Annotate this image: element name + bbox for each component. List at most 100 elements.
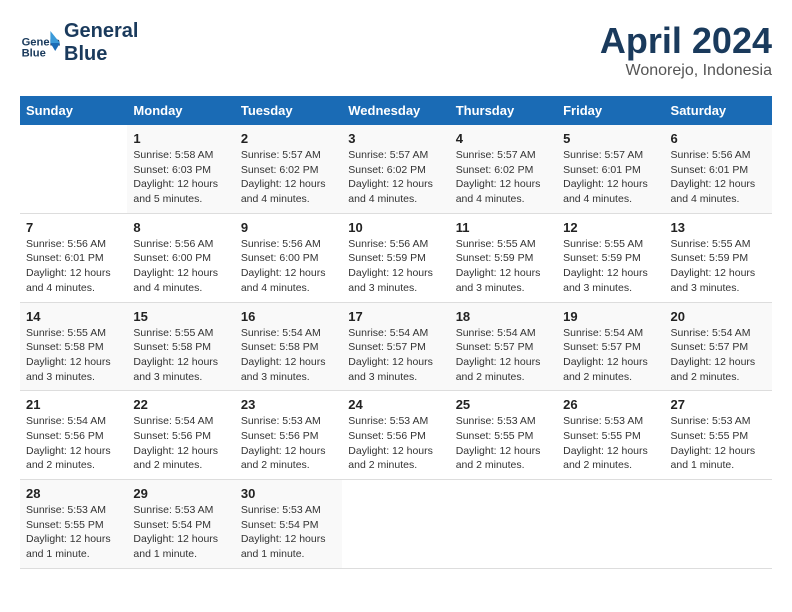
day-info: Sunrise: 5:55 AMSunset: 5:58 PMDaylight:… <box>26 326 121 385</box>
day-info: Sunrise: 5:56 AMSunset: 5:59 PMDaylight:… <box>348 237 443 296</box>
weekday-header-friday: Friday <box>557 96 664 125</box>
day-info: Sunrise: 5:54 AMSunset: 5:58 PMDaylight:… <box>241 326 336 385</box>
day-info: Sunrise: 5:53 AMSunset: 5:55 PMDaylight:… <box>563 414 658 473</box>
calendar-cell: 16 Sunrise: 5:54 AMSunset: 5:58 PMDayligh… <box>235 302 342 391</box>
calendar-cell: 2Sunrise: 5:57 AMSunset: 6:02 PMDaylight… <box>235 125 342 213</box>
calendar-cell: 4 Sunrise: 5:57 AMSunset: 6:02 PMDaylight… <box>450 125 557 213</box>
weekday-header-tuesday: Tuesday <box>235 96 342 125</box>
week-row-5: 28 Sunrise: 5:53 AMSunset: 5:55 PMDayligh… <box>20 480 772 569</box>
day-info: Sunrise: 5:53 AMSunset: 5:55 PMDaylight:… <box>671 414 766 473</box>
day-number: 9 <box>241 220 336 235</box>
weekday-header-sunday: Sunday <box>20 96 127 125</box>
day-number: 24 <box>348 397 443 412</box>
day-info: Sunrise: 5:53 AMSunset: 5:56 PMDaylight:… <box>348 414 443 473</box>
day-number: 22 <box>133 397 228 412</box>
day-info: Sunrise: 5:56 AMSunset: 6:00 PMDaylight:… <box>133 237 228 296</box>
day-info: Sunrise: 5:56 AMSunset: 6:00 PMDaylight:… <box>241 237 336 296</box>
day-number: 4 <box>456 131 551 146</box>
calendar-cell: 5 Sunrise: 5:57 AMSunset: 6:01 PMDaylight… <box>557 125 664 213</box>
logo-icon: General Blue <box>20 23 60 63</box>
day-number: 15 <box>133 309 228 324</box>
calendar-cell: 17Sunrise: 5:54 AMSunset: 5:57 PMDayligh… <box>342 302 449 391</box>
calendar-cell: 20 Sunrise: 5:54 AMSunset: 5:57 PMDayligh… <box>665 302 772 391</box>
calendar-cell: 1 Sunrise: 5:58 AMSunset: 6:03 PMDaylight… <box>127 125 234 213</box>
day-number: 19 <box>563 309 658 324</box>
day-number: 28 <box>26 486 121 501</box>
day-info: Sunrise: 5:54 AMSunset: 5:56 PMDaylight:… <box>26 414 121 473</box>
location-subtitle: Wonorejo, Indonesia <box>600 62 772 80</box>
week-row-4: 21 Sunrise: 5:54 AMSunset: 5:56 PMDayligh… <box>20 391 772 480</box>
day-info: Sunrise: 5:55 AMSunset: 5:59 PMDaylight:… <box>563 237 658 296</box>
calendar-cell: 26 Sunrise: 5:53 AMSunset: 5:55 PMDayligh… <box>557 391 664 480</box>
calendar-cell: 22 Sunrise: 5:54 AMSunset: 5:56 PMDayligh… <box>127 391 234 480</box>
month-year-title: April 2024 <box>600 20 772 62</box>
calendar-cell: 23 Sunrise: 5:53 AMSunset: 5:56 PMDayligh… <box>235 391 342 480</box>
day-info: Sunrise: 5:57 AMSunset: 6:02 PMDaylight:… <box>456 148 551 207</box>
day-number: 20 <box>671 309 766 324</box>
calendar-cell <box>557 480 664 569</box>
calendar-cell: 15Sunrise: 5:55 AMSunset: 5:58 PMDayligh… <box>127 302 234 391</box>
day-number: 1 <box>133 131 228 146</box>
day-info: Sunrise: 5:54 AMSunset: 5:56 PMDaylight:… <box>133 414 228 473</box>
calendar-cell <box>665 480 772 569</box>
day-number: 27 <box>671 397 766 412</box>
calendar-cell: 25Sunrise: 5:53 AMSunset: 5:55 PMDayligh… <box>450 391 557 480</box>
day-number: 3 <box>348 131 443 146</box>
day-number: 11 <box>456 220 551 235</box>
day-number: 12 <box>563 220 658 235</box>
day-number: 2 <box>241 131 336 146</box>
day-number: 16 <box>241 309 336 324</box>
calendar-cell: 9 Sunrise: 5:56 AMSunset: 6:00 PMDaylight… <box>235 213 342 302</box>
calendar-cell: 21 Sunrise: 5:54 AMSunset: 5:56 PMDayligh… <box>20 391 127 480</box>
day-info: Sunrise: 5:58 AMSunset: 6:03 PMDaylight:… <box>133 148 228 207</box>
day-number: 23 <box>241 397 336 412</box>
weekday-header-saturday: Saturday <box>665 96 772 125</box>
calendar-cell: 24 Sunrise: 5:53 AMSunset: 5:56 PMDayligh… <box>342 391 449 480</box>
title-block: April 2024 Wonorejo, Indonesia <box>600 20 772 80</box>
calendar-cell: 19 Sunrise: 5:54 AMSunset: 5:57 PMDayligh… <box>557 302 664 391</box>
day-info: Sunrise: 5:53 AMSunset: 5:55 PMDaylight:… <box>456 414 551 473</box>
day-number: 18 <box>456 309 551 324</box>
week-row-2: 7 Sunrise: 5:56 AMSunset: 6:01 PMDaylight… <box>20 213 772 302</box>
day-number: 14 <box>26 309 121 324</box>
day-info: Sunrise: 5:55 AMSunset: 5:59 PMDaylight:… <box>671 237 766 296</box>
day-number: 26 <box>563 397 658 412</box>
week-row-1: 1 Sunrise: 5:58 AMSunset: 6:03 PMDaylight… <box>20 125 772 213</box>
day-info: Sunrise: 5:54 AMSunset: 5:57 PMDaylight:… <box>563 326 658 385</box>
calendar-cell: 3 Sunrise: 5:57 AMSunset: 6:02 PMDaylight… <box>342 125 449 213</box>
day-info: Sunrise: 5:56 AMSunset: 6:01 PMDaylight:… <box>26 237 121 296</box>
calendar-cell <box>20 125 127 213</box>
weekday-header-wednesday: Wednesday <box>342 96 449 125</box>
day-number: 30 <box>241 486 336 501</box>
day-info: Sunrise: 5:57 AMSunset: 6:02 PMDaylight:… <box>348 148 443 207</box>
day-info: Sunrise: 5:53 AMSunset: 5:56 PMDaylight:… <box>241 414 336 473</box>
calendar-cell <box>342 480 449 569</box>
calendar-cell: 29 Sunrise: 5:53 AMSunset: 5:54 PMDayligh… <box>127 480 234 569</box>
week-row-3: 14 Sunrise: 5:55 AMSunset: 5:58 PMDayligh… <box>20 302 772 391</box>
weekday-header-row: SundayMondayTuesdayWednesdayThursdayFrid… <box>20 96 772 125</box>
calendar-cell: 11Sunrise: 5:55 AMSunset: 5:59 PMDayligh… <box>450 213 557 302</box>
calendar-cell: 10Sunrise: 5:56 AMSunset: 5:59 PMDayligh… <box>342 213 449 302</box>
day-info: Sunrise: 5:54 AMSunset: 5:57 PMDaylight:… <box>671 326 766 385</box>
weekday-header-thursday: Thursday <box>450 96 557 125</box>
page-header: General Blue General Blue April 2024 Won… <box>20 20 772 80</box>
calendar-cell: 14 Sunrise: 5:55 AMSunset: 5:58 PMDayligh… <box>20 302 127 391</box>
day-number: 7 <box>26 220 121 235</box>
logo: General Blue General Blue <box>20 20 138 66</box>
day-info: Sunrise: 5:54 AMSunset: 5:57 PMDaylight:… <box>456 326 551 385</box>
day-number: 29 <box>133 486 228 501</box>
day-info: Sunrise: 5:57 AMSunset: 6:01 PMDaylight:… <box>563 148 658 207</box>
calendar-cell: 12 Sunrise: 5:55 AMSunset: 5:59 PMDayligh… <box>557 213 664 302</box>
day-number: 5 <box>563 131 658 146</box>
day-info: Sunrise: 5:53 AMSunset: 5:55 PMDaylight:… <box>26 503 121 562</box>
day-info: Sunrise: 5:56 AMSunset: 6:01 PMDaylight:… <box>671 148 766 207</box>
calendar-cell: 8 Sunrise: 5:56 AMSunset: 6:00 PMDaylight… <box>127 213 234 302</box>
day-info: Sunrise: 5:54 AMSunset: 5:57 PMDaylight:… <box>348 326 443 385</box>
day-number: 13 <box>671 220 766 235</box>
calendar-table: SundayMondayTuesdayWednesdayThursdayFrid… <box>20 96 772 569</box>
calendar-cell: 30Sunrise: 5:53 AMSunset: 5:54 PMDayligh… <box>235 480 342 569</box>
day-number: 21 <box>26 397 121 412</box>
day-number: 6 <box>671 131 766 146</box>
day-info: Sunrise: 5:53 AMSunset: 5:54 PMDaylight:… <box>133 503 228 562</box>
day-number: 8 <box>133 220 228 235</box>
